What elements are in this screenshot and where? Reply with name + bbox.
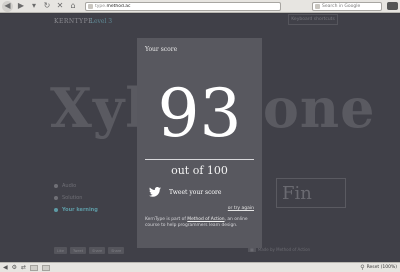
stop-icon[interactable]: ✕ xyxy=(55,1,65,11)
share-button-2[interactable]: Share xyxy=(108,247,125,254)
option-audio[interactable]: Audio xyxy=(54,180,98,192)
status-box-icon[interactable] xyxy=(30,264,39,271)
url-bar[interactable]: type.method.ac xyxy=(85,1,281,11)
like-button[interactable]: Like xyxy=(54,247,67,254)
keyboard-shortcuts-button[interactable]: Keyboard shortcuts xyxy=(288,14,338,25)
extension-icon[interactable] xyxy=(387,2,398,10)
search-engine-icon xyxy=(315,3,320,9)
share-row: Like Tweet Share Share xyxy=(54,247,125,254)
twitter-bird-icon xyxy=(149,187,161,197)
try-again-link[interactable]: or try again xyxy=(228,206,254,211)
tweet-button[interactable]: Tweet xyxy=(69,247,87,254)
option-solution[interactable]: Solution xyxy=(54,192,98,204)
sync-icon[interactable]: ⇄ xyxy=(21,264,26,271)
about-text: KernType is part of Method of Action, an… xyxy=(145,217,248,228)
status-box-icon-2[interactable] xyxy=(42,264,51,271)
addons-icon[interactable]: ⚙ xyxy=(12,264,17,271)
magnifier-icon: ⚲ xyxy=(360,263,365,271)
score-value: 93 xyxy=(157,75,242,152)
back-icon[interactable]: ◀ xyxy=(2,0,13,12)
share-button[interactable]: Share xyxy=(89,247,106,254)
history-icon[interactable]: ▾ xyxy=(29,1,39,11)
search-bar[interactable]: Search in Google xyxy=(312,1,382,11)
score-modal: Your score 93 out of 100 Tweet your scor… xyxy=(137,38,262,248)
radio-dot-icon xyxy=(54,208,58,212)
level-label: Level 3 xyxy=(90,18,113,25)
forward-icon[interactable]: ▶ xyxy=(16,1,26,11)
view-options: Audio Solution Your kerning xyxy=(54,180,98,216)
home-icon[interactable]: ⌂ xyxy=(68,1,78,11)
browser-status-bar: ◀ ⚙ ⇄ ⚲ Reset (100%) xyxy=(0,262,400,272)
next-word-box[interactable]: Fin xyxy=(276,178,346,208)
score-out-of: out of 100 xyxy=(171,164,228,177)
radio-dot-icon xyxy=(54,184,58,188)
site-favicon-icon xyxy=(88,3,93,9)
radio-dot-icon xyxy=(54,196,58,200)
tweet-score-label: Tweet your score xyxy=(169,188,222,196)
url-text: type.method.ac xyxy=(95,3,131,9)
reload-icon[interactable]: ↻ xyxy=(42,1,52,11)
tweet-score-button[interactable]: Tweet your score xyxy=(149,187,221,197)
search-input[interactable]: Search in Google xyxy=(322,4,379,9)
score-divider xyxy=(145,159,254,160)
method-of-action-link[interactable]: Method of Action xyxy=(187,217,224,222)
brand-title[interactable]: KERNTYPE xyxy=(54,18,93,25)
modal-title: Your score xyxy=(145,46,178,53)
zoom-reset[interactable]: ⚲ Reset (100%) xyxy=(360,263,397,271)
option-your-kerning[interactable]: Your kerning xyxy=(54,204,98,216)
sidebar-toggle-icon[interactable]: ◀ xyxy=(3,264,8,271)
browser-toolbar: ◀ ▶ ▾ ↻ ✕ ⌂ type.method.ac Search in Goo… xyxy=(0,0,400,13)
